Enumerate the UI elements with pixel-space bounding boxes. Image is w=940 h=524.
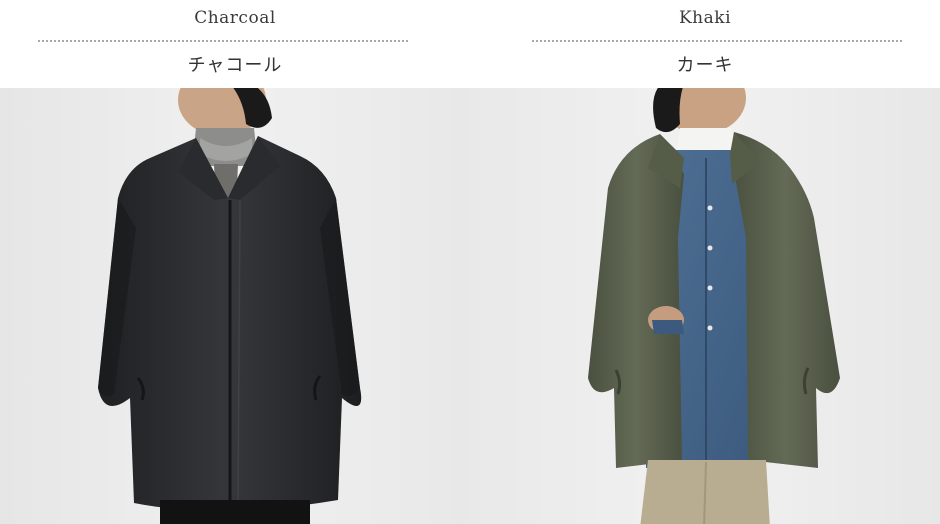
- color-name-jp: チャコール: [187, 55, 283, 76]
- dotted-divider: [38, 40, 408, 42]
- model-illustration-charcoal: [0, 88, 470, 524]
- product-photo-charcoal: [0, 88, 470, 524]
- color-labels-header: Charcoal チャコール Khaki カーキ: [0, 0, 940, 88]
- dotted-divider: [532, 40, 902, 42]
- product-photo-khaki: [470, 88, 940, 524]
- color-variation-panel: Charcoal チャコール Khaki カーキ: [0, 0, 940, 524]
- color-label-charcoal: Charcoal チャコール: [0, 0, 470, 88]
- model-illustration-khaki: [470, 88, 940, 524]
- color-name-jp: カーキ: [676, 55, 734, 76]
- color-label-khaki: Khaki カーキ: [470, 0, 940, 88]
- color-name-en: Charcoal: [194, 8, 276, 28]
- color-name-en: Khaki: [678, 8, 732, 28]
